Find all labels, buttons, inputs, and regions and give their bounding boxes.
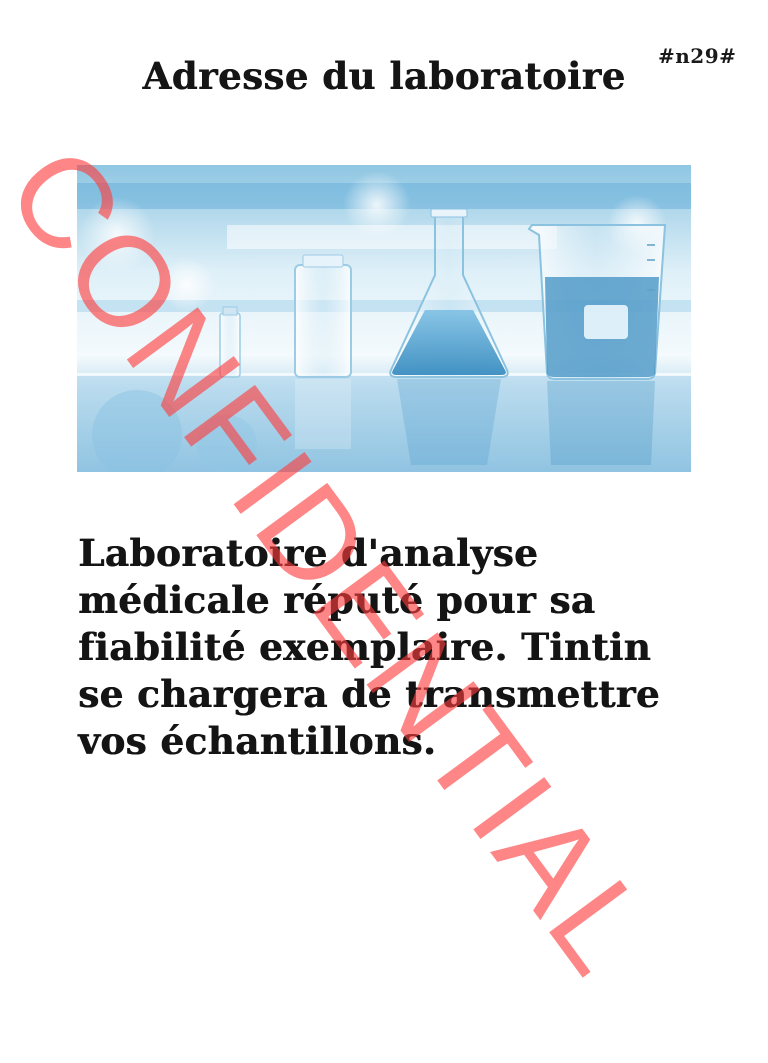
page-title: Adresse du laboratoire bbox=[142, 54, 626, 98]
lab-glassware-photo bbox=[77, 165, 691, 472]
document-page: #n29# Adresse du laboratoire Laboratoire… bbox=[0, 0, 768, 1063]
lab-description: Laboratoire d'analyse médicale réputé po… bbox=[78, 531, 660, 763]
